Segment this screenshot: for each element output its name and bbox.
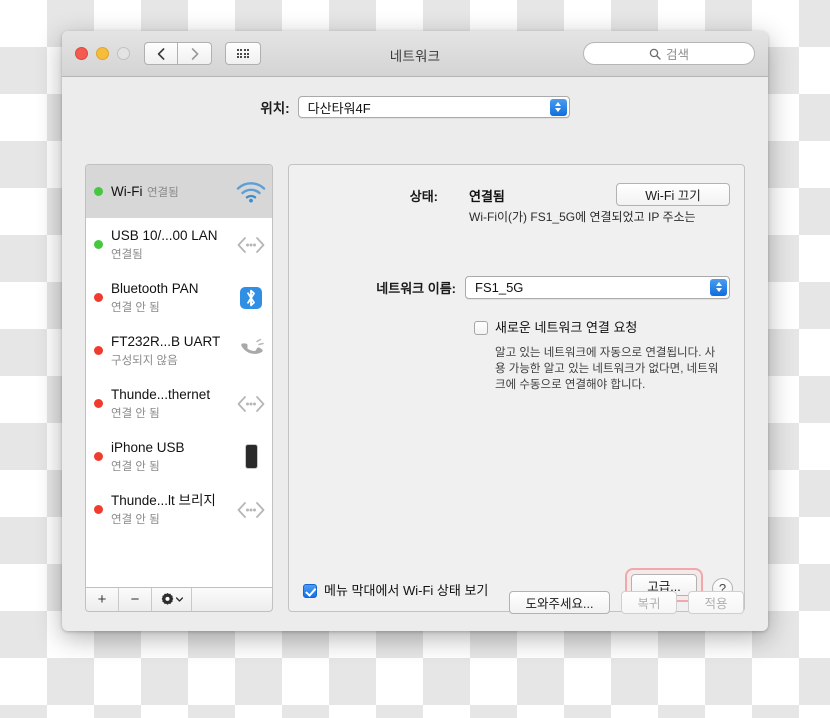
- chevron-down-icon: [175, 597, 183, 602]
- wifi-icon: [234, 175, 268, 209]
- menubar-status-checkbox[interactable]: [303, 584, 317, 598]
- chevron-updown-icon: [549, 98, 567, 116]
- sidebar-item-wi-fi[interactable]: Wi-Fi 연결됨: [86, 165, 272, 218]
- wifi-settings-panel: 상태: 연결됨 Wi-Fi 끄기 Wi-Fi이(가) FS1_5G에 연결되었고…: [288, 164, 745, 612]
- service-text: iPhone USB 연결 안 됨: [111, 439, 234, 475]
- chevron-updown-icon: [710, 278, 727, 296]
- menubar-status-label: 메뉴 막대에서 Wi-Fi 상태 보기: [324, 583, 489, 598]
- status-dot: [94, 399, 103, 408]
- menubar-status-row[interactable]: 메뉴 막대에서 Wi-Fi 상태 보기: [303, 583, 488, 598]
- sidebar-item-iphone-usb[interactable]: iPhone USB 연결 안 됨: [86, 430, 272, 483]
- status-dot: [94, 346, 103, 355]
- bluetooth-icon: [234, 281, 268, 315]
- location-row: 위치: 다산타워4F: [62, 90, 768, 124]
- service-name: USB 10/...00 LAN: [111, 227, 218, 243]
- status-dot: [94, 293, 103, 302]
- remove-service-button[interactable]: −: [119, 588, 152, 611]
- service-name: Thunde...thernet: [111, 386, 211, 402]
- status-value: 연결됨: [469, 189, 505, 204]
- services-list-toolbar: + −: [85, 588, 273, 612]
- search-input[interactable]: 검색: [583, 42, 755, 65]
- sidebar-item-thunderbolt-bridge[interactable]: Thunde...lt 브리지 연결 안 됨: [86, 483, 272, 536]
- ethernet-icon: [234, 493, 268, 527]
- status-dot: [94, 505, 103, 514]
- apply-button[interactable]: 적용: [688, 591, 744, 614]
- network-name-value: FS1_5G: [475, 280, 524, 295]
- wifi-toggle-button[interactable]: Wi-Fi 끄기: [616, 183, 730, 206]
- ask-new-network-row[interactable]: 새로운 네트워크 연결 요청: [474, 320, 730, 335]
- gear-icon: [161, 593, 173, 605]
- service-status: 연결 안 됨: [111, 513, 160, 526]
- search-placeholder: 검색: [665, 48, 689, 62]
- toolbar-filler: [192, 588, 272, 611]
- location-select[interactable]: 다산타워4F: [297, 96, 570, 118]
- sidebar-item-bluetooth-pan[interactable]: Bluetooth PAN 연결 안 됨: [86, 271, 272, 324]
- service-name: Bluetooth PAN: [111, 280, 199, 296]
- assist-me-button[interactable]: 도와주세요...: [509, 591, 610, 614]
- search-icon: [649, 48, 661, 60]
- service-text: Thunde...thernet 연결 안 됨: [111, 386, 234, 422]
- status-dot: [94, 240, 103, 249]
- service-name: FT232R...B UART: [111, 333, 221, 349]
- service-actions-button[interactable]: [152, 588, 192, 611]
- sidebar-item-thunderbolt-ethernet[interactable]: Thunde...thernet 연결 안 됨: [86, 377, 272, 430]
- window-titlebar: 네트워크 검색: [62, 31, 768, 77]
- service-name: Thunde...lt 브리지: [111, 492, 216, 508]
- location-value: 다산타워4F: [307, 100, 371, 116]
- service-text: USB 10/...00 LAN 연결됨: [111, 227, 234, 263]
- location-label: 위치:: [260, 101, 290, 116]
- ethernet-icon: [234, 228, 268, 262]
- network-services-list[interactable]: Wi-Fi 연결됨 USB 10/...00 LAN 연결됨 Bluetooth…: [85, 164, 273, 588]
- iphone-icon: [234, 440, 268, 474]
- service-status: 연결됨: [146, 186, 179, 199]
- status-dot: [94, 187, 103, 196]
- service-name: iPhone USB: [111, 439, 185, 455]
- network-name-label: 네트워크 이름:: [376, 281, 456, 296]
- network-name-select[interactable]: FS1_5G: [465, 276, 730, 299]
- service-text: Wi-Fi 연결됨: [111, 183, 234, 201]
- service-status: 구성되지 않음: [111, 354, 178, 367]
- service-status: 연결됨: [111, 248, 143, 261]
- service-text: Thunde...lt 브리지 연결 안 됨: [111, 492, 234, 528]
- service-text: Bluetooth PAN 연결 안 됨: [111, 280, 234, 316]
- status-label: 상태:: [409, 189, 438, 204]
- service-status: 연결 안 됨: [111, 301, 160, 314]
- status-row: 상태: 연결됨 Wi-Fi 끄기: [289, 183, 730, 206]
- ask-new-network-label: 새로운 네트워크 연결 요청: [495, 320, 638, 335]
- ask-new-network-checkbox[interactable]: [474, 321, 488, 335]
- ask-new-network-description: 알고 있는 네트워크에 자동으로 연결됩니다. 사용 가능한 알고 있는 네트워…: [495, 347, 719, 391]
- service-status: 연결 안 됨: [111, 460, 160, 473]
- status-description: Wi-Fi이(가) FS1_5G에 연결되었고 IP 주소는: [469, 210, 696, 224]
- ethernet-icon: [234, 387, 268, 421]
- service-status: 연결 안 됨: [111, 407, 160, 420]
- revert-button[interactable]: 복귀: [621, 591, 677, 614]
- network-preferences-window: 네트워크 검색 위치: 다산타워4F Wi-Fi 연결됨 USB 10/...0…: [62, 31, 768, 631]
- window-footer: 도와주세요... 복귀 적용: [509, 591, 744, 614]
- service-text: FT232R...B UART 구성되지 않음: [111, 333, 234, 369]
- window-body: Wi-Fi 연결됨 USB 10/...00 LAN 연결됨 Bluetooth…: [62, 127, 768, 631]
- modem-icon: [234, 334, 268, 368]
- sidebar-item-usb-lan[interactable]: USB 10/...00 LAN 연결됨: [86, 218, 272, 271]
- status-dot: [94, 452, 103, 461]
- service-name: Wi-Fi: [111, 183, 143, 199]
- network-name-row: 네트워크 이름: FS1_5G: [289, 276, 730, 299]
- sidebar-item-ft232r-uart[interactable]: FT232R...B UART 구성되지 않음: [86, 324, 272, 377]
- add-service-button[interactable]: +: [86, 588, 119, 611]
